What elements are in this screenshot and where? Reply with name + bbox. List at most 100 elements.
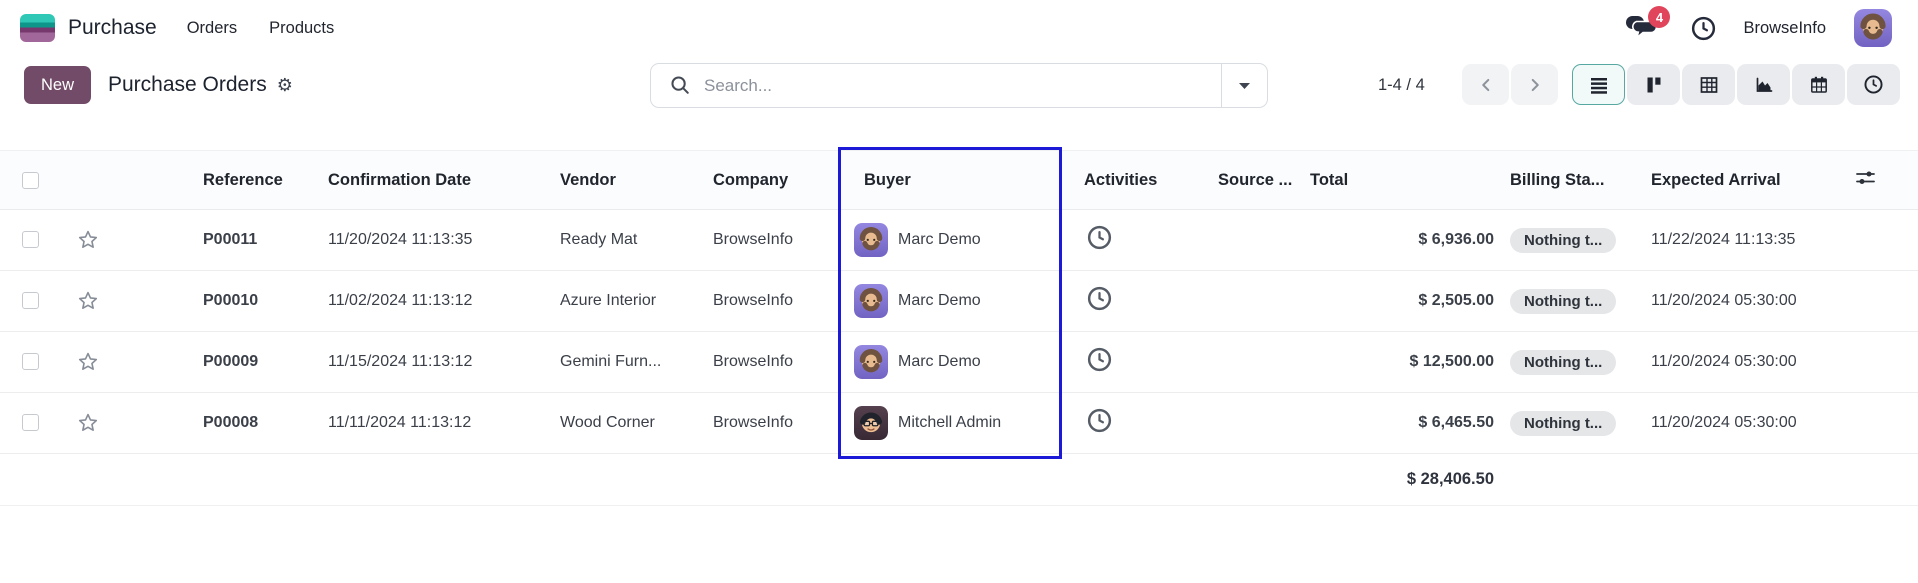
activity-clock-icon[interactable] xyxy=(1086,285,1113,312)
header-activities[interactable]: Activities xyxy=(1062,151,1210,210)
pager-next-button[interactable] xyxy=(1511,64,1558,105)
header-billing-status[interactable]: Billing Sta... xyxy=(1500,151,1640,210)
header-company[interactable]: Company xyxy=(705,151,838,210)
pager-previous-button[interactable] xyxy=(1462,64,1509,105)
activity-view-button[interactable] xyxy=(1847,64,1900,105)
pivot-view-button[interactable] xyxy=(1682,64,1735,105)
control-bar: New Purchase Orders ⚙ 1-4 / 4 xyxy=(0,56,1918,150)
activity-clock-icon[interactable] xyxy=(1690,15,1717,42)
source-cell[interactable] xyxy=(1210,210,1310,271)
vendor[interactable]: Gemini Furn... xyxy=(555,332,705,393)
kanban-view-button[interactable] xyxy=(1627,64,1680,105)
buyer-name: Marc Demo xyxy=(898,353,981,371)
select-all-checkbox[interactable] xyxy=(22,172,39,189)
billing-status-badge: Nothing t... xyxy=(1510,228,1616,253)
billing-status-badge: Nothing t... xyxy=(1510,411,1616,436)
header-reference[interactable]: Reference xyxy=(120,151,322,210)
confirmation-date[interactable]: 11/02/2024 11:13:12 xyxy=(322,271,555,332)
row-checkbox[interactable] xyxy=(22,414,39,431)
header-source[interactable]: Source ... xyxy=(1210,151,1310,210)
buyer-cell[interactable]: Marc Demo xyxy=(854,223,1062,257)
expected-arrival[interactable]: 11/20/2024 05:30:00 xyxy=(1640,271,1855,332)
confirmation-date[interactable]: 11/15/2024 11:13:12 xyxy=(322,332,555,393)
order-total[interactable]: $ 6,465.50 xyxy=(1310,393,1500,454)
chevron-left-icon xyxy=(1475,74,1497,96)
expected-arrival[interactable]: 11/20/2024 05:30:00 xyxy=(1640,393,1855,454)
vendor[interactable]: Azure Interior xyxy=(555,271,705,332)
gear-icon[interactable]: ⚙ xyxy=(277,76,293,94)
confirmation-date[interactable]: 11/11/2024 11:13:12 xyxy=(322,393,555,454)
optional-columns-icon[interactable] xyxy=(1855,169,1876,187)
activity-clock-icon[interactable] xyxy=(1086,346,1113,373)
confirmation-date[interactable]: 11/20/2024 11:13:35 xyxy=(322,210,555,271)
messages-count-badge: 4 xyxy=(1648,6,1670,28)
favorite-star-icon[interactable] xyxy=(76,350,100,374)
order-total[interactable]: $ 2,505.00 xyxy=(1310,271,1500,332)
search-bar xyxy=(650,63,1268,108)
buyer-cell[interactable]: Mitchell Admin xyxy=(854,406,1062,440)
order-reference[interactable]: P00008 xyxy=(120,393,322,454)
vendor[interactable]: Ready Mat xyxy=(555,210,705,271)
purchase-app-screen: Purchase Orders Products 4 BrowseInfo xyxy=(0,0,1918,583)
list-view-button[interactable] xyxy=(1572,64,1625,105)
buyer-avatar xyxy=(854,406,888,440)
order-total[interactable]: $ 12,500.00 xyxy=(1310,332,1500,393)
order-reference[interactable]: P00010 xyxy=(120,271,322,332)
user-menu-name[interactable]: BrowseInfo xyxy=(1743,19,1826,38)
header-buyer[interactable]: Buyer xyxy=(838,151,1062,210)
view-switcher xyxy=(1572,64,1900,105)
order-reference[interactable]: P00009 xyxy=(120,332,322,393)
vendor[interactable]: Wood Corner xyxy=(555,393,705,454)
buyer-name: Mitchell Admin xyxy=(898,414,1001,432)
buyer-avatar xyxy=(854,345,888,379)
order-reference[interactable]: P00011 xyxy=(120,210,322,271)
buyer-cell[interactable]: Marc Demo xyxy=(854,345,1062,379)
source-cell[interactable] xyxy=(1210,271,1310,332)
navbar-left: Purchase Orders Products xyxy=(20,14,366,42)
breadcrumb-title[interactable]: Purchase Orders xyxy=(108,73,267,97)
new-button[interactable]: New xyxy=(24,66,91,104)
row-checkbox[interactable] xyxy=(22,353,39,370)
header-expected-arrival[interactable]: Expected Arrival xyxy=(1640,151,1855,210)
table-row[interactable]: P00010 11/02/2024 11:13:12 Azure Interio… xyxy=(0,271,1918,332)
company[interactable]: BrowseInfo xyxy=(705,271,838,332)
row-checkbox[interactable] xyxy=(22,231,39,248)
purchase-app-logo[interactable] xyxy=(20,14,55,42)
favorite-star-icon[interactable] xyxy=(76,289,100,313)
user-avatar[interactable] xyxy=(1854,9,1892,47)
header-total[interactable]: Total xyxy=(1310,151,1500,210)
activity-clock-icon[interactable] xyxy=(1086,407,1113,434)
favorite-star-icon[interactable] xyxy=(76,228,100,252)
pager-counter[interactable]: 1-4 / 4 xyxy=(1378,66,1425,104)
expected-arrival[interactable]: 11/22/2024 11:13:35 xyxy=(1640,210,1855,271)
activity-clock-icon[interactable] xyxy=(1086,224,1113,251)
calendar-view-button[interactable] xyxy=(1792,64,1845,105)
order-total[interactable]: $ 6,936.00 xyxy=(1310,210,1500,271)
company[interactable]: BrowseInfo xyxy=(705,332,838,393)
table-row[interactable]: P00009 11/15/2024 11:13:12 Gemini Furn..… xyxy=(0,332,1918,393)
favorite-star-icon[interactable] xyxy=(76,411,100,435)
buyer-cell[interactable]: Marc Demo xyxy=(854,284,1062,318)
messages-button[interactable]: 4 xyxy=(1624,14,1658,42)
company[interactable]: BrowseInfo xyxy=(705,210,838,271)
pivot-view-icon xyxy=(1699,75,1719,95)
header-vendor[interactable]: Vendor xyxy=(555,151,705,210)
menu-item-products[interactable]: Products xyxy=(269,19,334,38)
search-options-toggle[interactable] xyxy=(1221,64,1267,107)
company[interactable]: BrowseInfo xyxy=(705,393,838,454)
app-title[interactable]: Purchase xyxy=(68,16,157,40)
calendar-view-icon xyxy=(1809,75,1829,95)
menu-item-orders[interactable]: Orders xyxy=(187,19,237,38)
graph-view-icon xyxy=(1754,75,1774,95)
header-confirmation-date[interactable]: Confirmation Date xyxy=(322,151,555,210)
table-row[interactable]: P00008 11/11/2024 11:13:12 Wood Corner B… xyxy=(0,393,1918,454)
expected-arrival[interactable]: 11/20/2024 05:30:00 xyxy=(1640,332,1855,393)
row-checkbox[interactable] xyxy=(22,292,39,309)
source-cell[interactable] xyxy=(1210,393,1310,454)
graph-view-button[interactable] xyxy=(1737,64,1790,105)
search-icon xyxy=(669,74,692,97)
purchase-orders-table: Reference Confirmation Date Vendor Compa… xyxy=(0,150,1918,506)
table-row[interactable]: P00011 11/20/2024 11:13:35 Ready Mat Bro… xyxy=(0,210,1918,271)
search-input[interactable] xyxy=(704,64,1221,107)
source-cell[interactable] xyxy=(1210,332,1310,393)
